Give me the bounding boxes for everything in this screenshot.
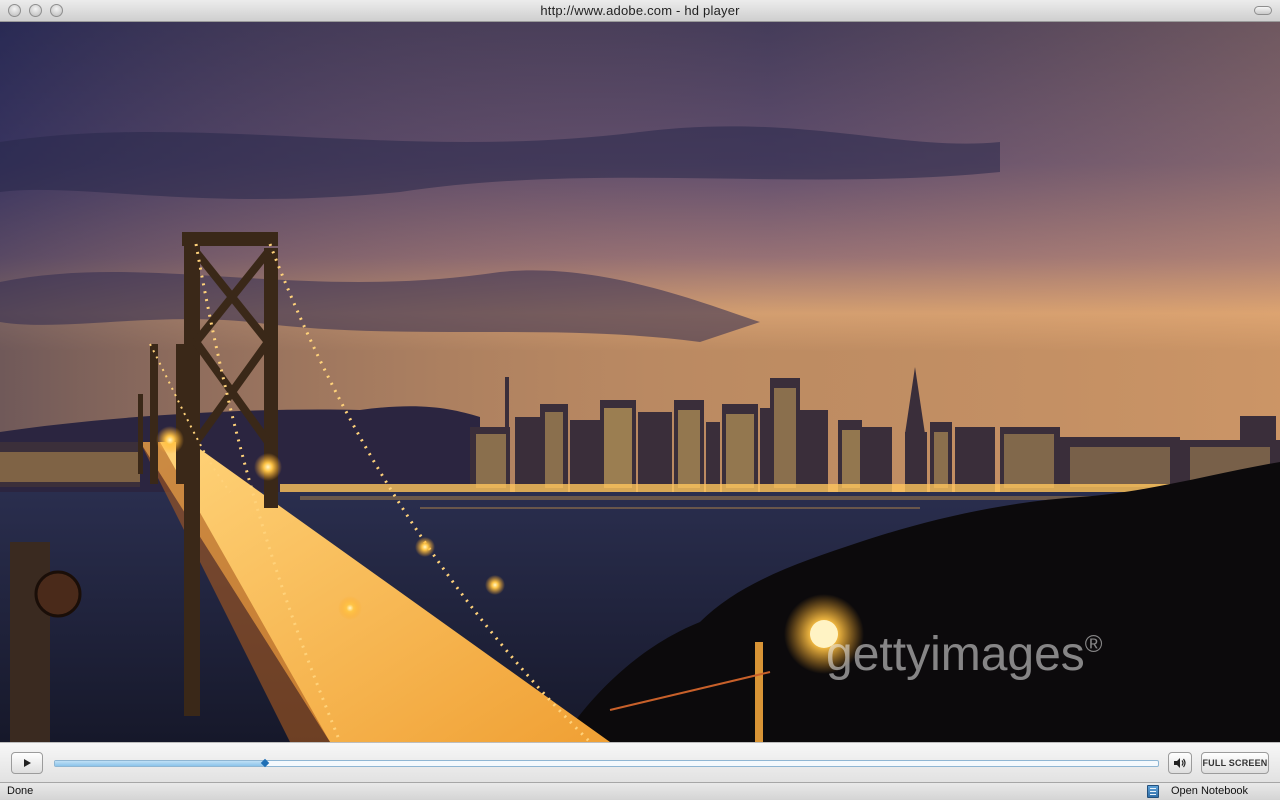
seek-progress [55, 761, 265, 766]
volume-button[interactable] [1168, 752, 1192, 774]
player-controls: FULL SCREEN [0, 742, 1280, 782]
video-frame[interactable]: gettyimages® [0, 22, 1280, 742]
player-window: http://www.adobe.com - hd player gettyim… [0, 0, 1280, 800]
watermark-text: gettyimages® [826, 628, 1103, 681]
play-button[interactable] [11, 752, 43, 774]
status-bar: Done Open Notebook [0, 782, 1280, 800]
fullscreen-button[interactable]: FULL SCREEN [1201, 752, 1269, 774]
status-text: Done [7, 785, 34, 797]
title-bar[interactable]: http://www.adobe.com - hd player [0, 0, 1280, 22]
open-notebook-link[interactable]: Open Notebook [1171, 785, 1248, 797]
toolbar-toggle-button[interactable] [1254, 6, 1272, 15]
play-icon [24, 759, 31, 767]
speaker-icon [1174, 758, 1186, 768]
window-title: http://www.adobe.com - hd player [540, 3, 740, 18]
seek-bar[interactable] [54, 758, 1159, 768]
notebook-icon[interactable] [1147, 785, 1159, 798]
